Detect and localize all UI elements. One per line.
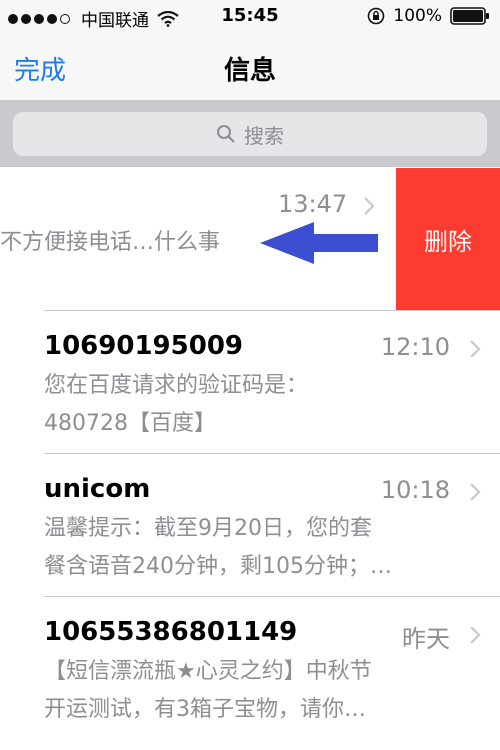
swipe-left-arrow-icon [260, 222, 378, 264]
message-sender: 10655386801149 [44, 617, 298, 647]
chevron-right-icon [470, 626, 481, 644]
preview-line-1: 温馨提示：截至9月20日，您的套 [44, 516, 372, 541]
message-row[interactable]: 10690195009 12:10 您在百度请求的验证码是： 480728【百度… [0, 311, 500, 454]
message-time: 12:10 [380, 333, 450, 361]
message-preview: 【短信漂流瓶★心灵之约】中秋节 开运测试，有3箱子宝物，请你… [44, 653, 474, 729]
page-title: 信息 [223, 56, 276, 86]
preview-line-1: 您在百度请求的验证码是： [44, 373, 309, 398]
battery-icon [450, 7, 489, 25]
message-time: 13:47 [278, 190, 348, 218]
message-preview: 温馨提示：截至9月20日，您的套 餐含语音240分钟，剩105分钟；… [44, 510, 474, 586]
message-time: 10:18 [380, 476, 450, 504]
delete-button[interactable]: 删除 [396, 168, 500, 311]
message-preview: 您在百度请求的验证码是： 480728【百度】 [44, 367, 474, 443]
search-placeholder: 搜索 [244, 123, 284, 148]
chevron-right-icon [364, 197, 375, 215]
message-sender: 10690195009 [44, 331, 243, 361]
search-input[interactable]: 搜索 [13, 112, 487, 156]
orientation-lock-icon [368, 7, 385, 25]
preview-line-1: 【短信漂流瓶★心灵之约】中秋节 [44, 659, 372, 684]
search-area: 搜索 [0, 101, 500, 167]
status-bar: 中国联通 15:45 100% [0, 0, 500, 34]
chevron-right-icon [470, 483, 481, 501]
preview-line-2: 480728【百度】 [44, 411, 216, 436]
message-time: 昨天 [402, 625, 450, 653]
search-icon [217, 125, 235, 143]
swiped-message-row[interactable]: 13:47 不方便接电话…什么事 删除 [0, 168, 500, 311]
preview-line-2: 开运测试，有3箱子宝物，请你… [44, 697, 366, 722]
chevron-right-icon [470, 340, 481, 358]
message-sender: unicom [44, 474, 151, 504]
message-preview: 不方便接电话…什么事 [0, 230, 221, 255]
preview-line-2: 餐含语音240分钟，剩105分钟；… [44, 554, 392, 579]
battery-percent: 100% [393, 6, 442, 26]
navigation-bar: 完成 信息 [0, 34, 500, 101]
message-row[interactable]: unicom 10:18 温馨提示：截至9月20日，您的套 餐含语音240分钟，… [0, 454, 500, 597]
message-row[interactable]: 10655386801149 昨天 【短信漂流瓶★心灵之约】中秋节 开运测试，有… [0, 597, 500, 740]
